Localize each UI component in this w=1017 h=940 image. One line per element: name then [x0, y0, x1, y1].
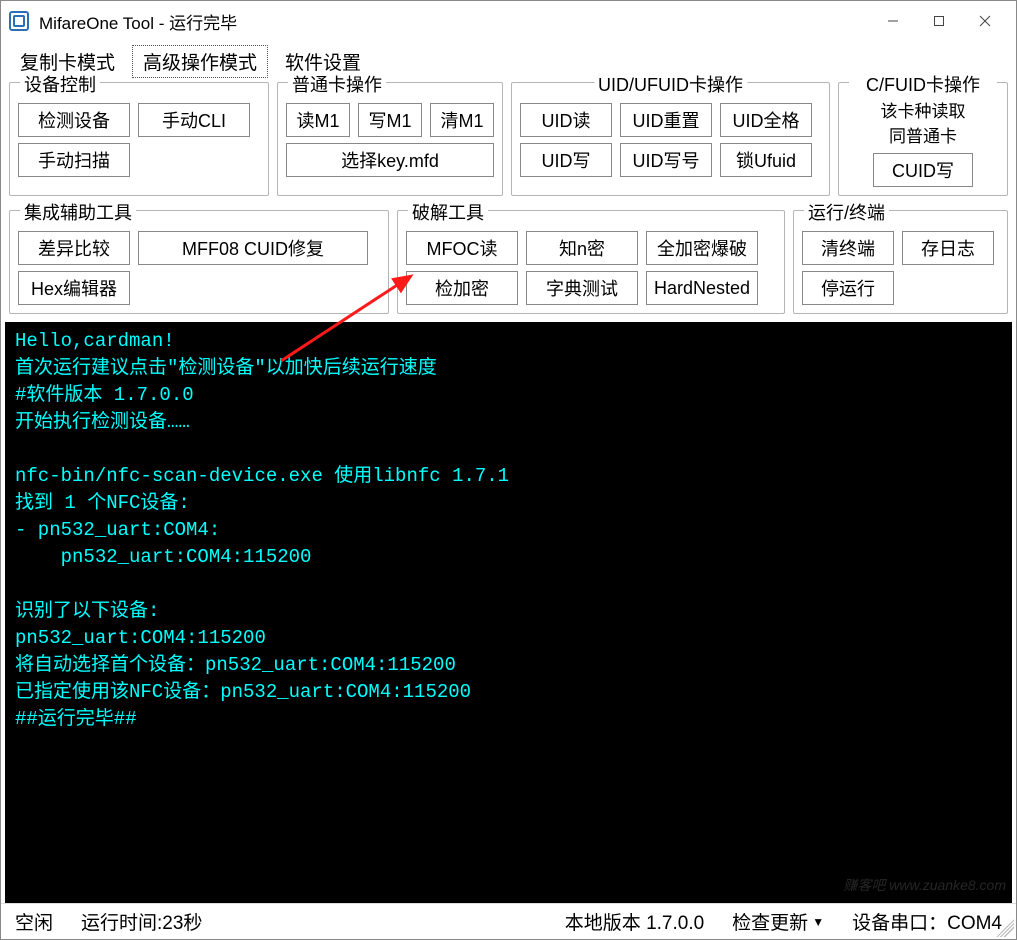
group-legend: 设备控制 — [20, 71, 100, 97]
chevron-down-icon: ▼ — [812, 915, 824, 929]
status-bar: 空闲 运行时间:23秒 本地版本 1.7.0.0 检查更新 ▼ 设备串口：COM… — [1, 903, 1016, 939]
status-local-version: 本地版本 1.7.0.0 — [565, 908, 704, 935]
group-legend: 破解工具 — [408, 199, 488, 225]
read-m1-button[interactable]: 读M1 — [286, 103, 350, 137]
manual-scan-button[interactable]: 手动扫描 — [18, 143, 130, 177]
group-legend: 集成辅助工具 — [20, 199, 136, 225]
status-idle: 空闲 — [15, 908, 53, 935]
write-m1-button[interactable]: 写M1 — [358, 103, 422, 137]
uid-write-no-button[interactable]: UID写号 — [620, 143, 712, 177]
manual-cli-button[interactable]: 手动CLI — [138, 103, 250, 137]
cuid-write-button[interactable]: CUID写 — [873, 153, 973, 187]
mff08-cuid-fix-button[interactable]: MFF08 CUID修复 — [138, 231, 368, 265]
group-legend: C/FUID卡操作 — [849, 71, 997, 97]
cfuid-note: 该卡种读取 同普通卡 — [847, 97, 999, 147]
uid-full-button[interactable]: UID全格 — [720, 103, 812, 137]
tab-advanced-mode[interactable]: 高级操作模式 — [132, 45, 268, 78]
close-button[interactable] — [962, 4, 1008, 38]
clear-m1-button[interactable]: 清M1 — [430, 103, 494, 137]
group-legend: 运行/终端 — [804, 199, 889, 225]
full-encrypt-brute-button[interactable]: 全加密爆破 — [646, 231, 758, 265]
diff-compare-button[interactable]: 差异比较 — [18, 231, 130, 265]
minimize-button[interactable] — [870, 4, 916, 38]
check-update-dropdown[interactable]: 检查更新 ▼ — [732, 908, 824, 935]
uid-write-button[interactable]: UID写 — [520, 143, 612, 177]
status-serial: 设备串口：COM4 — [852, 908, 1002, 935]
group-run-terminal: 运行/终端 清终端 存日志 停运行 — [793, 210, 1008, 314]
titlebar: MifareOne Tool - 运行完毕 — [1, 1, 1016, 41]
group-legend: 普通卡操作 — [288, 71, 386, 97]
watermark: 赚客吧 www.zuanke8.com — [843, 872, 1006, 899]
detect-device-button[interactable]: 检测设备 — [18, 103, 130, 137]
group-uid-card: UID/UFUID卡操作 UID读 UID重置 UID全格 UID写 UID写号… — [511, 82, 830, 196]
uid-reset-button[interactable]: UID重置 — [620, 103, 712, 137]
lock-ufuid-button[interactable]: 锁Ufuid — [720, 143, 812, 177]
app-icon — [9, 11, 29, 31]
group-normal-card: 普通卡操作 读M1 写M1 清M1 选择key.mfd — [277, 82, 503, 196]
group-device-control: 设备控制 检测设备 手动CLI 手动扫描 — [9, 82, 269, 196]
maximize-button[interactable] — [916, 4, 962, 38]
terminal-output[interactable]: Hello,cardman! 首次运行建议点击"检测设备"以加快后续运行速度 #… — [5, 322, 1012, 903]
check-encrypt-button[interactable]: 检加密 — [406, 271, 518, 305]
save-log-button[interactable]: 存日志 — [902, 231, 994, 265]
clear-terminal-button[interactable]: 清终端 — [802, 231, 894, 265]
status-runtime: 运行时间:23秒 — [81, 908, 202, 935]
group-crack-tools: 破解工具 MFOC读 知n密 全加密爆破 检加密 字典测试 HardNested — [397, 210, 785, 314]
hex-editor-button[interactable]: Hex编辑器 — [18, 271, 130, 305]
hardnested-button[interactable]: HardNested — [646, 271, 758, 305]
mfoc-read-button[interactable]: MFOC读 — [406, 231, 518, 265]
know-n-key-button[interactable]: 知n密 — [526, 231, 638, 265]
group-aux-tools: 集成辅助工具 差异比较 MFF08 CUID修复 Hex编辑器 — [9, 210, 389, 314]
resize-grip[interactable] — [996, 919, 1014, 937]
group-cfuid-card: C/FUID卡操作 该卡种读取 同普通卡 CUID写 — [838, 82, 1008, 196]
select-key-button[interactable]: 选择key.mfd — [286, 143, 494, 177]
dict-test-button[interactable]: 字典测试 — [526, 271, 638, 305]
stop-run-button[interactable]: 停运行 — [802, 271, 894, 305]
window-title: MifareOne Tool - 运行完毕 — [39, 9, 237, 34]
group-legend: UID/UFUID卡操作 — [594, 71, 747, 97]
uid-read-button[interactable]: UID读 — [520, 103, 612, 137]
